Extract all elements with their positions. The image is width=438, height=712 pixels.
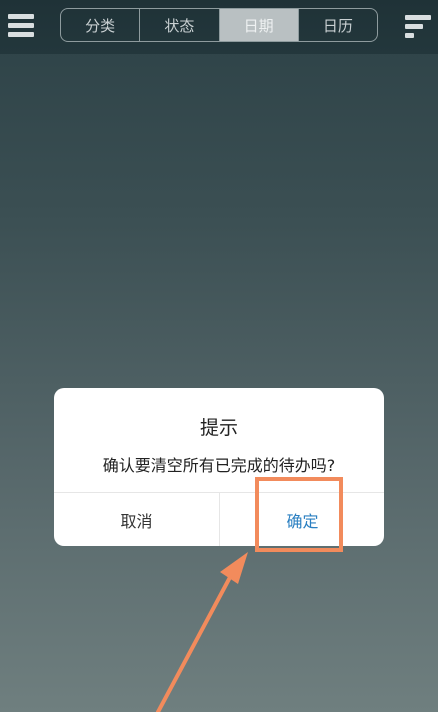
view-tabs: 分类 状态 日期 日历 [60, 8, 378, 42]
dialog-title: 提示 [199, 417, 238, 439]
hamburger-menu-icon[interactable] [8, 14, 34, 38]
confirm-button[interactable]: 确定 [220, 493, 384, 546]
confirm-dialog: 提示 确认要清空所有已完成的待办吗? 取消 确定 [54, 388, 384, 546]
tab-calendar[interactable]: 日历 [299, 9, 377, 41]
app-screen: 分类 状态 日期 日历 提示 确认要清空所有已完成的待办吗? 取消 确定 [0, 0, 438, 712]
tab-category[interactable]: 分类 [61, 9, 141, 41]
dialog-message: 确认要清空所有已完成的待办吗? [102, 456, 336, 475]
tab-date[interactable]: 日期 [219, 9, 299, 41]
tab-status[interactable]: 状态 [140, 9, 220, 41]
cancel-button[interactable]: 取消 [54, 493, 219, 546]
filter-sort-icon[interactable] [405, 15, 431, 39]
top-bar: 分类 状态 日期 日历 [0, 0, 438, 54]
annotation-arrow-icon [156, 552, 248, 712]
